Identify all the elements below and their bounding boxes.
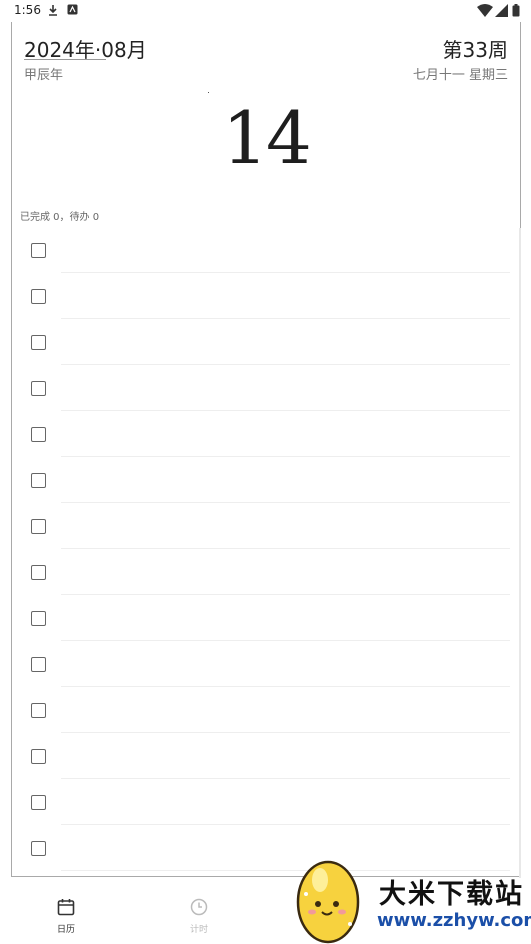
task-checkbox[interactable] [31,565,46,580]
ganzhi-year: 甲辰年 [24,68,64,83]
task-summary: 已完成 0，待办 0 [20,212,100,223]
task-row[interactable] [12,733,520,779]
signal-icon [495,4,508,17]
task-row[interactable] [12,549,520,595]
task-checkbox[interactable] [31,611,46,626]
scrollbar[interactable] [519,228,521,878]
day-number: 14 [222,96,312,180]
task-checkbox[interactable] [31,749,46,764]
nav-calendar-label: 日历 [56,925,75,935]
task-row[interactable] [12,503,520,549]
task-checkbox[interactable] [31,519,46,534]
task-checkbox[interactable] [31,703,46,718]
battery-icon [512,4,520,17]
task-checkbox[interactable] [31,381,46,396]
lunar-date: 七月十一 星期三 [412,68,508,83]
task-row[interactable] [12,641,520,687]
task-checkbox[interactable] [31,795,46,810]
task-checkbox[interactable] [31,473,46,488]
notification-icon [67,4,78,15]
watermark: 大米下载站 www.zzhyw.com [292,850,531,944]
task-row[interactable] [12,319,520,365]
watermark-url: www.zzhyw.com [377,910,531,931]
week-number: 第33周 [442,38,508,62]
task-row[interactable] [12,365,520,411]
status-bar: 1:56 [0,0,531,22]
calendar-card: 2024年·08月 第33周 甲辰年 七月十一 星期三 14 已完成 0，待办 … [11,22,521,878]
calendar-icon [57,899,75,916]
status-time: 1:56 [14,3,41,17]
watermark-name: 大米下载站 [379,879,524,910]
task-row[interactable] [12,227,520,273]
task-row[interactable] [12,273,520,319]
task-row[interactable] [12,779,520,825]
task-checkbox[interactable] [31,427,46,442]
clock-icon [190,898,208,916]
task-checkbox[interactable] [31,335,46,350]
nav-timer-label: 计时 [189,925,208,935]
egg-mascot-logo [296,860,360,944]
task-checkbox[interactable] [31,657,46,672]
year-underline [24,59,106,60]
wifi-icon [477,4,493,17]
nav-timer[interactable]: 计时 [169,898,229,935]
task-list [12,227,520,871]
download-icon [49,5,57,16]
task-checkbox[interactable] [31,289,46,304]
decorative-dot [208,92,209,93]
task-row[interactable] [12,411,520,457]
task-checkbox[interactable] [31,841,46,856]
nav-calendar[interactable]: 日历 [36,898,96,935]
task-checkbox[interactable] [31,243,46,258]
task-row[interactable] [12,457,520,503]
task-row[interactable] [12,595,520,641]
task-row[interactable] [12,687,520,733]
